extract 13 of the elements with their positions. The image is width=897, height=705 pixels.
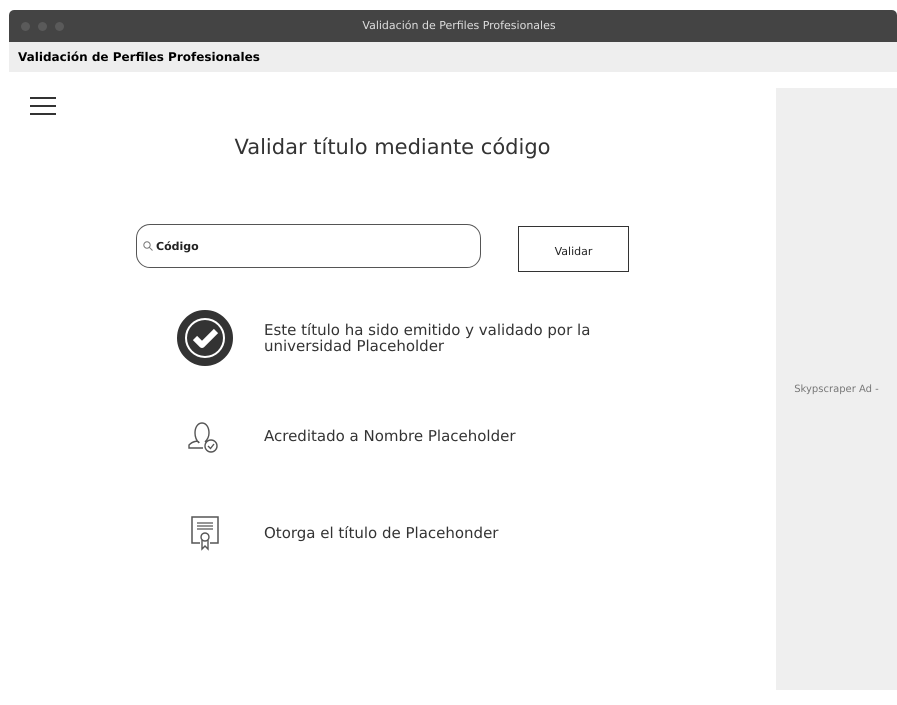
page-heading: Validar título mediante código xyxy=(234,134,551,161)
result-text: Este título ha sido emitido y validado por la universidad Placeholder xyxy=(263,322,592,354)
result-text: Otorga el título de Placehonder xyxy=(263,525,500,541)
app-title: Validación de Perfiles Profesionales xyxy=(18,49,260,66)
ad-label: Skypscraper Ad - xyxy=(794,382,879,396)
search-field[interactable]: Código xyxy=(136,224,481,268)
menu-icon[interactable] xyxy=(30,97,56,115)
result-text: Acreditado a Nombre Placeholder xyxy=(263,428,517,444)
check-circle-icon xyxy=(174,308,234,368)
search-icon xyxy=(143,241,153,251)
validate-button[interactable]: Validar xyxy=(518,226,629,272)
window-title: Validación de Perfiles Profesionales xyxy=(361,18,557,34)
certificate-icon xyxy=(190,515,220,551)
